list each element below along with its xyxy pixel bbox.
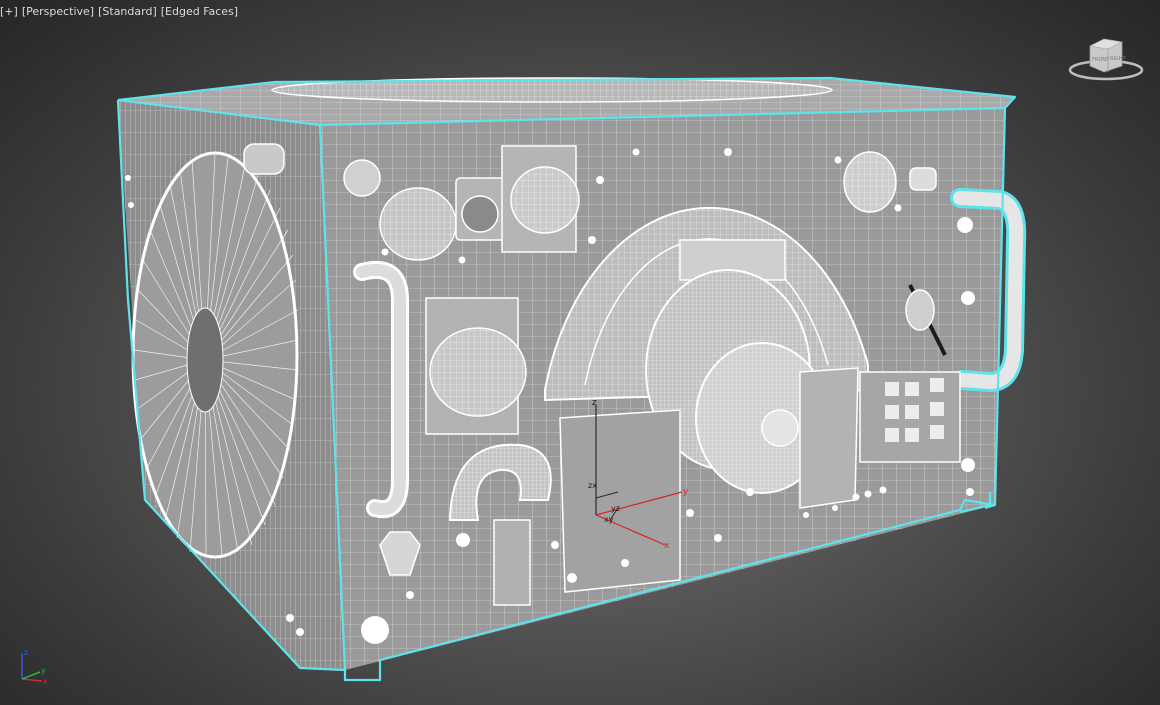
gizmo-xy-label: xy bbox=[604, 515, 614, 524]
viewcube-right-label: RIGHT bbox=[1110, 56, 1127, 62]
gizmo-yz-label: yz bbox=[611, 504, 620, 513]
gizmo-y-label: y bbox=[683, 487, 689, 497]
viewport-display-menu[interactable]: [Edged Faces] bbox=[161, 4, 238, 20]
viewport-view-menu[interactable]: [Perspective] bbox=[22, 4, 94, 20]
axis-x-label: x bbox=[43, 677, 48, 686]
axis-y-label: y bbox=[41, 666, 46, 675]
viewport-label-menu: [+] [Perspective] [Standard] [Edged Face… bbox=[0, 4, 238, 20]
gizmo-zx-label: zx bbox=[588, 481, 597, 490]
viewcube-front-label: FRONT bbox=[1092, 57, 1110, 63]
radio-wireframe-model[interactable]: z y x zx yz xy bbox=[0, 0, 1160, 705]
gizmo-x-label: x bbox=[664, 541, 670, 551]
axis-z-label: z bbox=[24, 648, 28, 657]
viewport-plus-menu[interactable]: [+] bbox=[0, 4, 18, 20]
world-axis-tripod: z y x bbox=[21, 648, 48, 686]
viewport-shading-menu[interactable]: [Standard] bbox=[98, 4, 157, 20]
upper-screw bbox=[343, 159, 381, 197]
upper-knob-right bbox=[501, 145, 580, 253]
connector-block bbox=[859, 371, 961, 463]
side-face bbox=[118, 100, 345, 670]
viewcube[interactable]: FRONT RIGHT bbox=[1068, 30, 1148, 90]
upper-socket bbox=[455, 177, 507, 241]
mid-knob bbox=[425, 297, 527, 435]
gizmo-z-label: z bbox=[592, 398, 597, 408]
viewport-perspective[interactable]: [+] [Perspective] [Standard] [Edged Face… bbox=[0, 0, 1160, 705]
upper-knob-left bbox=[379, 187, 457, 261]
